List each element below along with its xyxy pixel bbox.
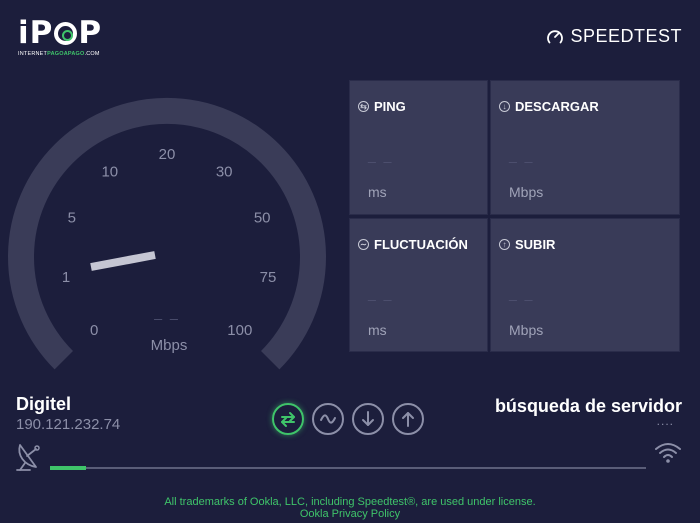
- upload-label: SUBIR: [515, 237, 556, 252]
- gauge-tick-label: 20: [159, 146, 176, 163]
- speedtest-wordmark: SPEEDTEST: [570, 26, 682, 46]
- download-step-icon: [362, 411, 374, 426]
- upload-unit: Mbps: [509, 322, 544, 338]
- download-card: ↓ DESCARGAR _ _ Mbps: [490, 80, 680, 215]
- upload-icon: ↑: [499, 239, 510, 250]
- logo-subtitle: INTERNETPAGOAPAGO.COM: [18, 51, 100, 57]
- server-status[interactable]: búsqueda de servidor: [495, 396, 682, 417]
- upload-value: _ _: [509, 285, 535, 301]
- ping-icon: ⇆: [358, 101, 369, 112]
- ping-card: ⇆ PING _ _ ms: [349, 80, 488, 215]
- gauge-tick-label: 100: [227, 322, 252, 339]
- server-loading-dots: ....: [656, 414, 674, 428]
- ping-value: _ _: [368, 147, 394, 163]
- jitter-unit: ms: [368, 322, 387, 338]
- upload-card: ↑ SUBIR _ _ Mbps: [490, 218, 680, 352]
- speedometer-icon: [547, 29, 564, 43]
- ping-unit: ms: [368, 184, 387, 200]
- gauge-tick-label: 0: [90, 322, 98, 339]
- gauge-unit: Mbps: [151, 337, 188, 354]
- ping-step-button[interactable]: [272, 403, 304, 435]
- download-step-button[interactable]: [352, 403, 384, 435]
- ipop-logo[interactable]: iP P INTERNETPAGOAPAGO.COM: [18, 15, 103, 58]
- upload-step-button[interactable]: [392, 403, 424, 435]
- jitter-step-button[interactable]: [312, 403, 344, 435]
- gauge-tick-label: 50: [254, 210, 271, 227]
- speedtest-brand[interactable]: SPEEDTEST: [546, 26, 682, 47]
- gauge-needle: [90, 251, 156, 271]
- ip-address: 190.121.232.74: [16, 416, 121, 433]
- gauge-tick-label: 10: [101, 163, 118, 180]
- download-value: _ _: [509, 147, 535, 163]
- trademark-notice: All trademarks of Ookla, LLC, including …: [164, 496, 536, 508]
- isp-name: Digitel: [16, 394, 72, 414]
- speed-gauge: 0 1 5 10 20 30 50 75 100 _ _ Mbps: [8, 98, 326, 370]
- wifi-icon: [655, 443, 681, 463]
- jitter-icon: ∼: [358, 239, 369, 250]
- logo-text-right: P: [78, 15, 103, 51]
- gauge-tick-label: 5: [68, 210, 76, 227]
- jitter-value: _ _: [368, 285, 394, 301]
- gauge-tick-label: 1: [62, 269, 70, 286]
- privacy-policy-link[interactable]: Ookla Privacy Policy: [0, 508, 700, 520]
- footer: All trademarks of Ookla, LLC, including …: [0, 496, 700, 520]
- gauge-value-placeholder: _ _: [153, 304, 179, 320]
- ping-label: PING: [374, 99, 406, 114]
- jitter-card: ∼ FLUCTUACIÓN _ _ ms: [349, 218, 488, 352]
- satellite-dish-icon: [16, 444, 40, 471]
- gauge-tick-label: 30: [216, 163, 233, 180]
- progress-track: [50, 467, 646, 469]
- test-steps: [272, 403, 424, 435]
- jitter-label: FLUCTUACIÓN: [374, 237, 468, 252]
- logo-text-left: iP: [18, 15, 54, 51]
- download-icon: ↓: [499, 101, 510, 112]
- upload-step-icon: [402, 412, 414, 427]
- ping-step-icon: [281, 412, 295, 427]
- download-label: DESCARGAR: [515, 99, 599, 114]
- download-unit: Mbps: [509, 184, 544, 200]
- gauge-tick-label: 75: [260, 269, 277, 286]
- jitter-step-icon: [320, 414, 336, 424]
- progress-fill: [50, 466, 86, 470]
- logo-o-icon: [54, 22, 78, 45]
